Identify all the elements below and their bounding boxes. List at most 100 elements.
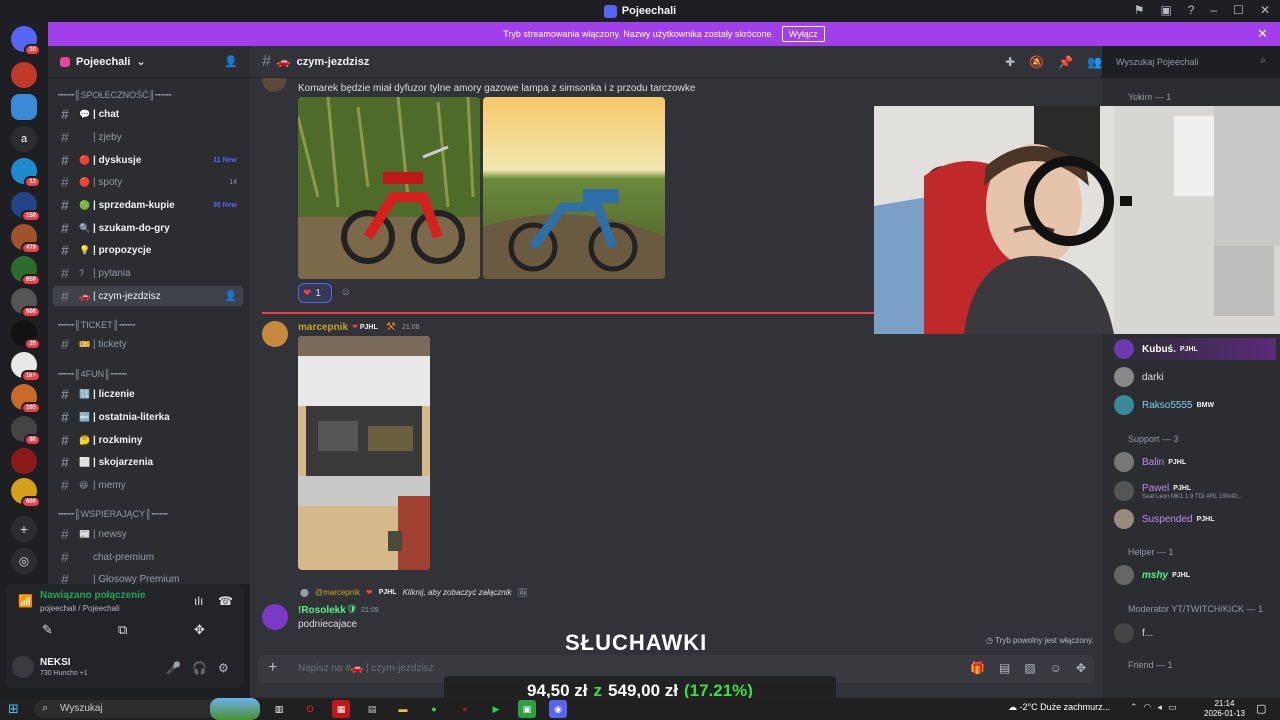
reply-preview[interactable]: ⬤ @marcepnik ❤ PJHL Kliknij, aby zobaczyć… — [300, 588, 528, 597]
member-item[interactable]: f... — [1114, 622, 1153, 644]
avatar[interactable] — [12, 656, 34, 678]
member-item[interactable]: Balin PJHL — [1114, 451, 1186, 473]
add-member-icon[interactable]: 👤 — [225, 291, 237, 302]
member-item[interactable]: Rakso5555 BMW — [1114, 394, 1214, 416]
channel-memy[interactable]: # 😆 | memy — [53, 475, 243, 495]
member-list-icon[interactable]: 👥 — [1087, 55, 1102, 69]
moped-blue-photo[interactable] — [483, 97, 665, 279]
inbox-icon[interactable]: ⚑ — [1134, 3, 1145, 17]
message-author[interactable]: !Rosolekk — [298, 605, 346, 616]
task-view-icon[interactable]: ▥ — [270, 700, 288, 718]
disconnect-icon[interactable]: ☎ — [218, 594, 233, 608]
channel-szukam-do-gry[interactable]: # 🔍 | szukam-do-gry — [53, 218, 243, 238]
channel-propozycje[interactable]: # 💡 | propozycje — [53, 240, 243, 260]
camera-icon[interactable]: ✎ — [42, 622, 53, 638]
app-icon[interactable]: ● — [456, 700, 474, 718]
member-item[interactable]: darki — [1114, 366, 1164, 388]
channel-chat[interactable]: # 💬 | chat — [53, 104, 243, 124]
maximize-button[interactable]: ☐ — [1233, 3, 1244, 17]
spotify-icon[interactable]: ● — [425, 700, 443, 718]
settings-gear-icon[interactable]: ⚙ — [218, 661, 229, 675]
direct-messages-icon[interactable]: 20 — [11, 26, 41, 56]
server-icon[interactable]: 859 — [11, 256, 41, 286]
file-explorer-icon[interactable]: ▬ — [394, 700, 412, 718]
minimize-button[interactable]: – — [1210, 3, 1217, 17]
channel-spoty[interactable]: # 🔴 | spoty 14 — [53, 172, 243, 192]
category-ticket[interactable]: ╍╍╍║TICKET║╍╍╍ — [58, 320, 135, 331]
server-icon[interactable]: 609 — [11, 478, 41, 508]
channel-glosowy-premium[interactable]: # | Głosowy Premium — [53, 569, 243, 584]
member-item[interactable]: mshy PJHL — [1114, 564, 1190, 586]
category-wspierajacy[interactable]: ╍╍╍║WSPIERAJĄCY║╍╍╍ — [58, 509, 168, 520]
channel-chat-premium[interactable]: # chat-premium — [53, 547, 243, 567]
server-icon[interactable]: 608 — [11, 288, 41, 318]
search-input[interactable]: Wyszukaj Pojeechali ⌕ — [1110, 53, 1272, 71]
screen-share-icon[interactable]: ▣ — [1160, 3, 1171, 17]
server-icon[interactable]: 158 — [11, 192, 41, 222]
category-spolecznosc[interactable]: ╍╍╍║SPOŁECZNOŚĆ║╍╍╍ — [58, 90, 171, 101]
clock[interactable]: 21:14 2026-01-13 — [1204, 699, 1245, 719]
app-icon[interactable]: ▶ — [487, 700, 505, 718]
member-item[interactable]: Kubuś. PJHL — [1114, 338, 1276, 360]
channel-skojarzenia[interactable]: # ⬜ | skojarzenia — [53, 452, 243, 472]
emoji-icon[interactable]: ☺ — [1050, 661, 1062, 675]
member-item[interactable]: Suspended PJHL — [1114, 508, 1215, 530]
pin-icon[interactable]: 📌 — [1058, 55, 1073, 69]
opera-icon[interactable]: O — [301, 700, 319, 718]
close-window-button[interactable]: ✕ — [1260, 3, 1270, 17]
channel-zjeby[interactable]: # | zjeby — [53, 127, 243, 147]
invite-icon[interactable]: 👤 — [224, 55, 238, 68]
server-icon[interactable]: 479 — [11, 224, 41, 254]
channel-liczenie[interactable]: # 🔢 | liczenie — [53, 384, 243, 404]
server-header[interactable]: Pojeechali ⌄ 👤 — [48, 46, 250, 78]
server-icon[interactable]: 86 — [11, 416, 41, 446]
member-item[interactable]: Pawel PJHL Seat Leon MK1 1.9 TDI ARL 190/4… — [1114, 480, 1242, 502]
avatar[interactable] — [262, 604, 288, 630]
add-server-icon[interactable]: + — [11, 516, 37, 542]
windows-start-icon[interactable]: ⊞ — [8, 701, 19, 717]
heart-reaction[interactable]: ❤ 1 — [298, 283, 332, 303]
message-author[interactable]: marcepnik — [298, 322, 348, 333]
channel-rozkminy[interactable]: # 🤔 | rozkminy — [53, 430, 243, 450]
server-icon[interactable]: 205 — [11, 384, 41, 414]
app-icon[interactable]: ▣ — [518, 700, 536, 718]
engine-bay-photo[interactable] — [298, 336, 430, 570]
channel-tickety[interactable]: # 🎫 | tickety — [53, 334, 243, 354]
voice-location[interactable]: pojeechali / Pojeechali — [40, 604, 120, 613]
threads-icon[interactable]: ✚ — [1005, 55, 1015, 69]
headphones-icon[interactable]: 🎧 — [192, 661, 207, 675]
news-app-icon[interactable]: ▦ — [332, 700, 350, 718]
disable-streamer-mode-button[interactable]: Wyłącz — [781, 26, 825, 42]
category-4fun[interactable]: ╍╍╍║4FUN║╍╍╍ — [58, 369, 127, 380]
server-icon[interactable]: 20 — [11, 320, 41, 350]
apps-icon[interactable]: ✥ — [1076, 661, 1086, 675]
server-icon[interactable]: 12 — [11, 158, 41, 188]
weather-widget[interactable]: ☁ -2°C Duże zachmurz... — [1008, 702, 1110, 713]
moped-red-photo[interactable] — [298, 97, 480, 279]
store-icon[interactable]: ▤ — [363, 700, 381, 718]
server-icon-a[interactable]: a — [11, 126, 37, 152]
help-icon[interactable]: ? — [1188, 3, 1195, 17]
volume-icon[interactable]: ◂ — [1157, 702, 1162, 713]
server-icon[interactable]: 1k+ — [11, 352, 41, 382]
battery-icon[interactable]: ▭ — [1168, 702, 1177, 713]
discord-taskbar-icon[interactable]: ◉ — [549, 700, 567, 718]
microphone-icon[interactable]: 🎤 — [166, 661, 181, 675]
channel-czym-jezdzisz[interactable]: # 🚗 | czym-jezdzisz 👤 — [53, 286, 243, 306]
channel-newsy[interactable]: # 📰 | newsy — [53, 524, 243, 544]
wifi-icon[interactable]: ◠ — [1144, 702, 1152, 713]
sticker-icon[interactable]: ▧ — [1024, 661, 1035, 675]
notification-icon[interactable]: ▢ — [1256, 702, 1266, 715]
gift-icon[interactable]: 🎁 — [970, 661, 985, 675]
channel-sprzedam-kupie[interactable]: # 🟢 | sprzedam-kupie 30 New — [53, 195, 243, 215]
channel-dyskusje[interactable]: # 🔴 | dyskusje 11 New — [53, 150, 243, 170]
screen-share-icon[interactable]: ⧉ — [118, 622, 127, 638]
channel-ostatnia-literka[interactable]: # 🔤 | ostatnia-literka — [53, 407, 243, 427]
channel-pytania[interactable]: #? | pytania — [53, 263, 243, 283]
notifications-icon[interactable]: 🔕 — [1029, 55, 1044, 69]
server-icon[interactable] — [11, 448, 37, 474]
activities-icon[interactable]: ✥ — [194, 622, 205, 638]
server-icon[interactable] — [11, 62, 37, 88]
noise-suppression-icon[interactable]: ılı — [194, 594, 203, 608]
close-banner-icon[interactable]: ✕ — [1257, 26, 1268, 42]
